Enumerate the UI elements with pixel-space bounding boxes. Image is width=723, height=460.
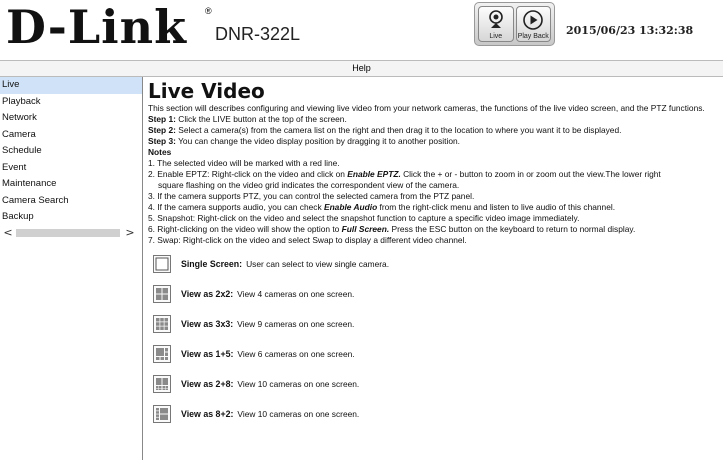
note-6-b: Full Screen. (341, 224, 390, 234)
step-1-label: Step 1: (148, 114, 176, 124)
scroll-left-icon[interactable]: < (2, 226, 14, 239)
view-option-label: View as 2x2: (181, 288, 234, 299)
webcam-icon (488, 10, 503, 28)
playback-button[interactable]: Play Back (515, 6, 551, 42)
mode-button-group: Live Play Back (474, 2, 555, 46)
live-button-label: Live (489, 33, 503, 40)
step-2-text: Select a camera(s) from the camera list … (175, 125, 622, 135)
sidebar-item-event[interactable]: Event (0, 160, 142, 177)
view-option-desc: View 9 cameras on one screen. (237, 318, 355, 329)
note-6-c: Press the ESC button on the keyboard to … (389, 224, 636, 234)
note-6: 6. Right-clicking on the video will show… (148, 224, 723, 235)
note-4-a: 4. If the camera supports audio, you can… (148, 202, 324, 212)
sidebar-item-camera[interactable]: Camera (0, 127, 142, 144)
scroll-right-icon[interactable]: > (124, 226, 136, 239)
view-option-label: Single Screen: (181, 258, 243, 269)
dlink-logo: D-Link (6, 0, 187, 54)
view-option-single: Single Screen: User can select to view s… (153, 252, 723, 276)
sidebar-item-network[interactable]: Network (0, 110, 142, 127)
note-4: 4. If the camera supports audio, you can… (148, 202, 723, 213)
sidebar-item-backup[interactable]: Backup (0, 209, 142, 226)
step-2-label: Step 2: (148, 125, 176, 135)
sidebar-item-playback[interactable]: Playback (0, 94, 142, 111)
view-option-desc: View 4 cameras on one screen. (237, 288, 355, 299)
help-content: Live Video This section will describes c… (148, 80, 723, 460)
step-3-label: Step 3: (148, 136, 176, 146)
step-2: Step 2: Select a camera(s) from the came… (148, 125, 723, 136)
note-2-a: 2. Enable EPTZ: Right-click on the video… (148, 169, 348, 179)
note-2: 2. Enable EPTZ: Right-click on the video… (148, 169, 723, 180)
note-2-b: Enable EPTZ. (347, 169, 401, 179)
registered-mark: ® (205, 6, 212, 16)
notes-title: Notes (148, 147, 172, 157)
playback-button-label: Play Back (517, 33, 549, 40)
grid-8plus2-icon[interactable] (153, 405, 171, 423)
help-title: Help (352, 63, 371, 73)
grid-1plus5-icon[interactable] (153, 345, 171, 363)
view-option-1plus5: View as 1+5: View 6 cameras on one scree… (153, 342, 723, 366)
scrollbar-track[interactable] (16, 228, 120, 237)
note-4-b: Enable Audio (323, 202, 378, 212)
view-option-2plus8: View as 2+8: View 10 cameras on one scre… (153, 372, 723, 396)
grid-2x2-icon[interactable] (153, 285, 171, 303)
view-option-8plus2: View as 8+2: View 10 cameras on one scre… (153, 402, 723, 426)
note-7: 7. Swap: Right-click on the video and se… (148, 235, 467, 245)
step-1: Step 1: Click the LIVE button at the top… (148, 114, 723, 125)
single-screen-icon[interactable] (153, 255, 171, 273)
live-button[interactable]: Live (478, 6, 514, 42)
note-6-a: 6. Right-clicking on the video will show… (148, 224, 342, 234)
intro-text: This section will describes configuring … (148, 103, 705, 113)
grid-3x3-icon[interactable] (153, 315, 171, 333)
step-3: Step 3: You can change the video display… (148, 136, 723, 147)
view-option-desc: View 10 cameras on one screen. (237, 408, 360, 419)
view-option-3x3: View as 3x3: View 9 cameras on one scree… (153, 312, 723, 336)
view-option-label: View as 8+2: (181, 408, 234, 419)
view-option-desc: User can select to view single camera. (246, 258, 390, 269)
note-3: 3. If the camera supports PTZ, you can c… (148, 191, 475, 201)
view-option-2x2: View as 2x2: View 4 cameras on one scree… (153, 282, 723, 306)
sidebar-item-live[interactable]: Live (0, 77, 142, 94)
view-option-label: View as 1+5: (181, 348, 234, 359)
view-option-label: View as 2+8: (181, 378, 234, 389)
sidebar-horizontal-scrollbar[interactable]: < > (0, 226, 142, 239)
note-4-c: from the right-click menu and listen to … (377, 202, 616, 212)
help-bar: Help (0, 60, 723, 77)
sidebar-item-schedule[interactable]: Schedule (0, 143, 142, 160)
note-2-continued: square flashing on the video grid indica… (158, 180, 460, 190)
note-1: 1. The selected video will be marked wit… (148, 158, 340, 168)
note-5: 5. Snapshot: Right-click on the video an… (148, 213, 580, 223)
sidebar-item-camera-search[interactable]: Camera Search (0, 193, 142, 210)
grid-2plus8-icon[interactable] (153, 375, 171, 393)
model-name: DNR-322L (215, 24, 301, 44)
play-icon (523, 10, 544, 30)
note-2-c: Click the + or - button to zoom in or zo… (400, 169, 661, 179)
page-title: Live Video (148, 80, 265, 103)
header: D-Link ® DNR-322L Live Play Back 2015/06… (0, 0, 723, 56)
view-option-desc: View 10 cameras on one screen. (237, 378, 360, 389)
step-1-text: Click the LIVE button at the top of the … (175, 114, 347, 124)
sidebar-item-maintenance[interactable]: Maintenance (0, 176, 142, 193)
view-option-label: View as 3x3: (181, 318, 234, 329)
datetime: 2015/06/23 13:32:38 (566, 24, 694, 37)
step-3-text: You can change the video display positio… (175, 136, 460, 146)
view-option-desc: View 6 cameras on one screen. (237, 348, 355, 359)
sidebar: Live Playback Network Camera Schedule Ev… (0, 77, 143, 460)
